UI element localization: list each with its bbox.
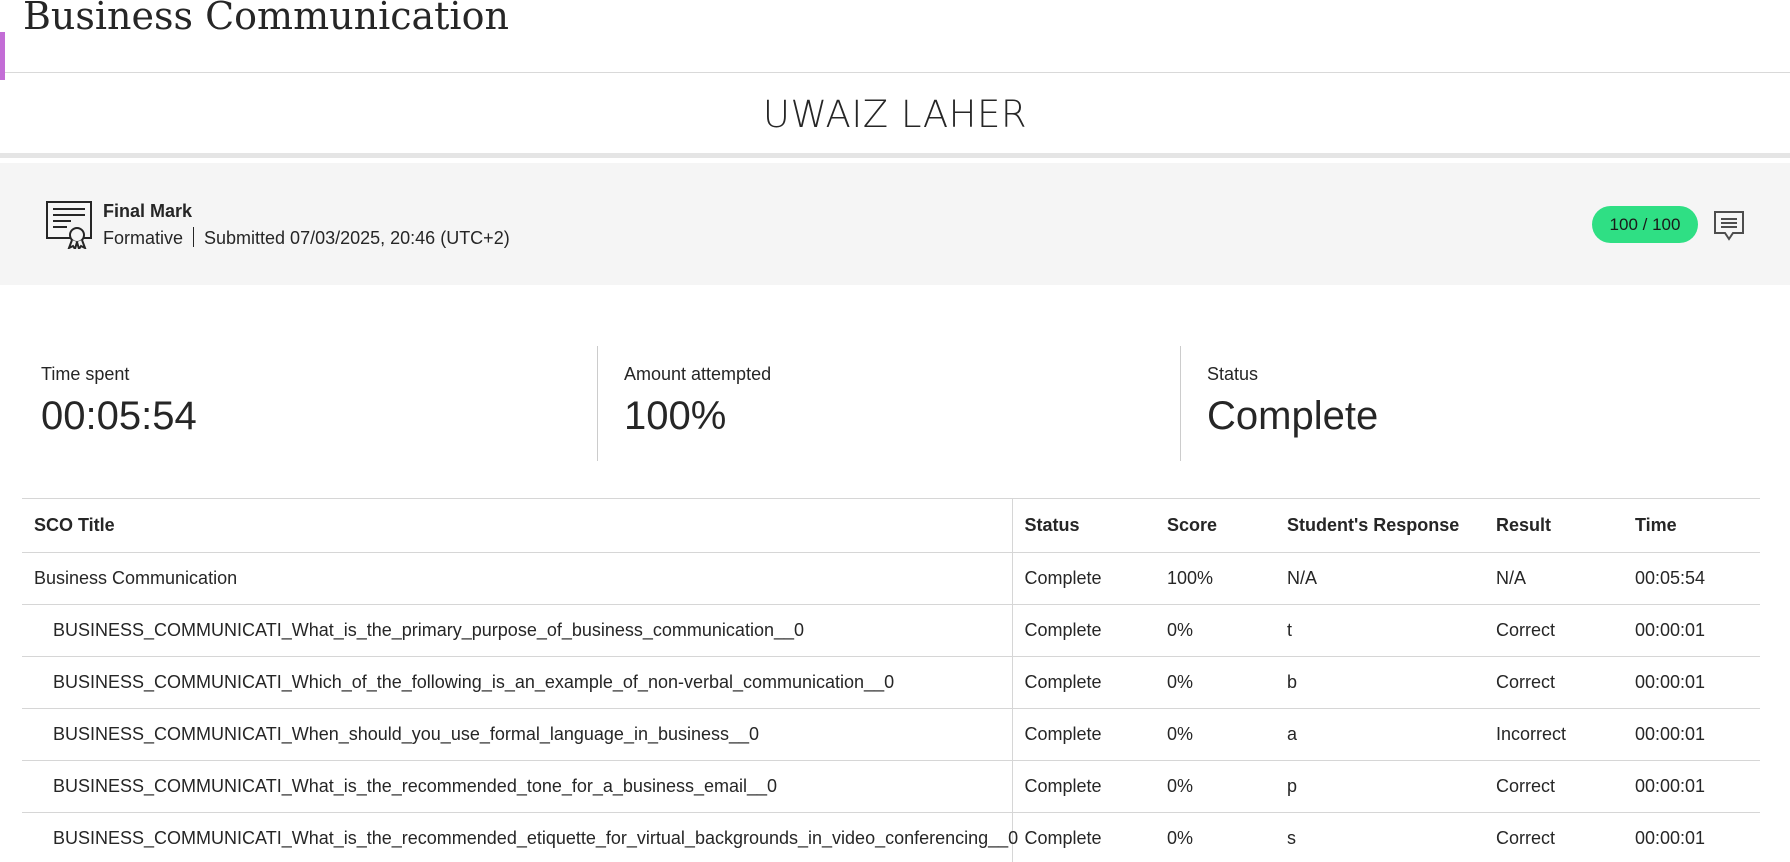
cell-response: a [1275,708,1484,761]
stat-time-spent: Time spent 00:05:54 [41,346,581,461]
cell-result: Correct [1484,760,1623,813]
cell-time: 00:00:01 [1623,760,1760,813]
cell-result: Correct [1484,812,1623,862]
stat-value: Complete [1207,394,1379,438]
header-score: Score [1155,498,1275,553]
meta-divider [193,227,195,247]
cell-sco-title: BUSINESS_COMMUNICATI_Which_of_the_follow… [22,656,1013,709]
stat-label: Amount attempted [624,364,772,384]
certificate-icon [45,199,93,252]
header-response: Student's Response [1275,498,1484,553]
table-row: BUSINESS_COMMUNICATI_What_is_the_recomme… [22,812,1760,862]
stat-divider [1180,346,1181,461]
table-row: BUSINESS_COMMUNICATI_What_is_the_primary… [22,604,1760,657]
cell-result: Correct [1484,656,1623,709]
cell-result: Correct [1484,604,1623,657]
stat-divider [597,346,598,461]
student-bar: UWAIZ LAHER [0,73,1790,158]
cell-status: Complete [1012,708,1155,761]
cell-time: 00:00:01 [1623,604,1760,657]
cell-response: s [1275,812,1484,862]
table-row: Business Communication Complete 100% N/A… [22,552,1760,605]
stat-amount-attempted: Amount attempted 100% [624,346,1164,461]
cell-score: 0% [1155,812,1275,862]
cell-score: 0% [1155,604,1275,657]
student-name: UWAIZ LAHER [762,93,1028,136]
grade-type: Formative [103,228,184,248]
grade-meta: Formative Submitted 07/03/2025, 20:46 (UT… [103,227,510,249]
cell-score: 0% [1155,760,1275,813]
cell-time: 00:05:54 [1623,552,1760,605]
cell-score: 0% [1155,656,1275,709]
table-row: BUSINESS_COMMUNICATI_When_should_you_use… [22,708,1760,761]
comment-icon[interactable] [1713,209,1745,243]
stat-status: Status Complete [1207,346,1747,461]
cell-score: 0% [1155,708,1275,761]
cell-sco-title: BUSINESS_COMMUNICATI_What_is_the_recomme… [22,812,1018,862]
cell-time: 00:00:01 [1623,708,1760,761]
stat-value: 00:05:54 [41,394,197,438]
header-sco-title: SCO Title [22,498,1013,553]
header-time: Time [1623,498,1760,553]
header-status: Status [1012,498,1155,553]
cell-sco-title: BUSINESS_COMMUNICATI_What_is_the_primary… [22,604,1013,657]
stat-label: Time spent [41,364,130,384]
course-title: Business Communication [23,0,509,38]
cell-status: Complete [1012,656,1155,709]
cell-score: 100% [1155,552,1275,605]
cell-time: 00:00:01 [1623,656,1760,709]
cell-response: b [1275,656,1484,709]
table-row: BUSINESS_COMMUNICATI_What_is_the_recomme… [22,760,1760,813]
stat-label: Status [1207,364,1259,384]
score-pill[interactable]: 100 / 100 [1592,206,1698,243]
stats-row: Time spent 00:05:54 Amount attempted 100… [0,346,1790,461]
sco-table: SCO Title Status Score Student's Respons… [22,498,1760,862]
cell-response: p [1275,760,1484,813]
cell-response: N/A [1275,552,1484,605]
cell-status: Complete [1012,760,1155,813]
cell-sco-title: Business Communication [22,552,1013,605]
cell-result: N/A [1484,552,1623,605]
cell-response: t [1275,604,1484,657]
stat-value: 100% [624,394,727,438]
cell-status: Complete [1012,812,1155,862]
cell-sco-title: BUSINESS_COMMUNICATI_What_is_the_recomme… [22,760,1013,813]
cell-status: Complete [1012,552,1155,605]
grade-panel: Final Mark Formative Submitted 07/03/2025… [0,163,1790,285]
submitted-date: Submitted 07/03/2025, 20:46 (UTC+2) [204,228,510,248]
table-row: BUSINESS_COMMUNICATI_Which_of_the_follow… [22,656,1760,709]
table-header-row: SCO Title Status Score Student's Respons… [22,498,1760,553]
cell-result: Incorrect [1484,708,1623,761]
cell-sco-title: BUSINESS_COMMUNICATI_When_should_you_use… [22,708,1013,761]
cell-status: Complete [1012,604,1155,657]
header-result: Result [1484,498,1623,553]
course-header: Business Communication [0,0,1790,80]
grade-title: Final Mark [103,201,193,221]
cell-time: 00:00:01 [1623,812,1760,862]
